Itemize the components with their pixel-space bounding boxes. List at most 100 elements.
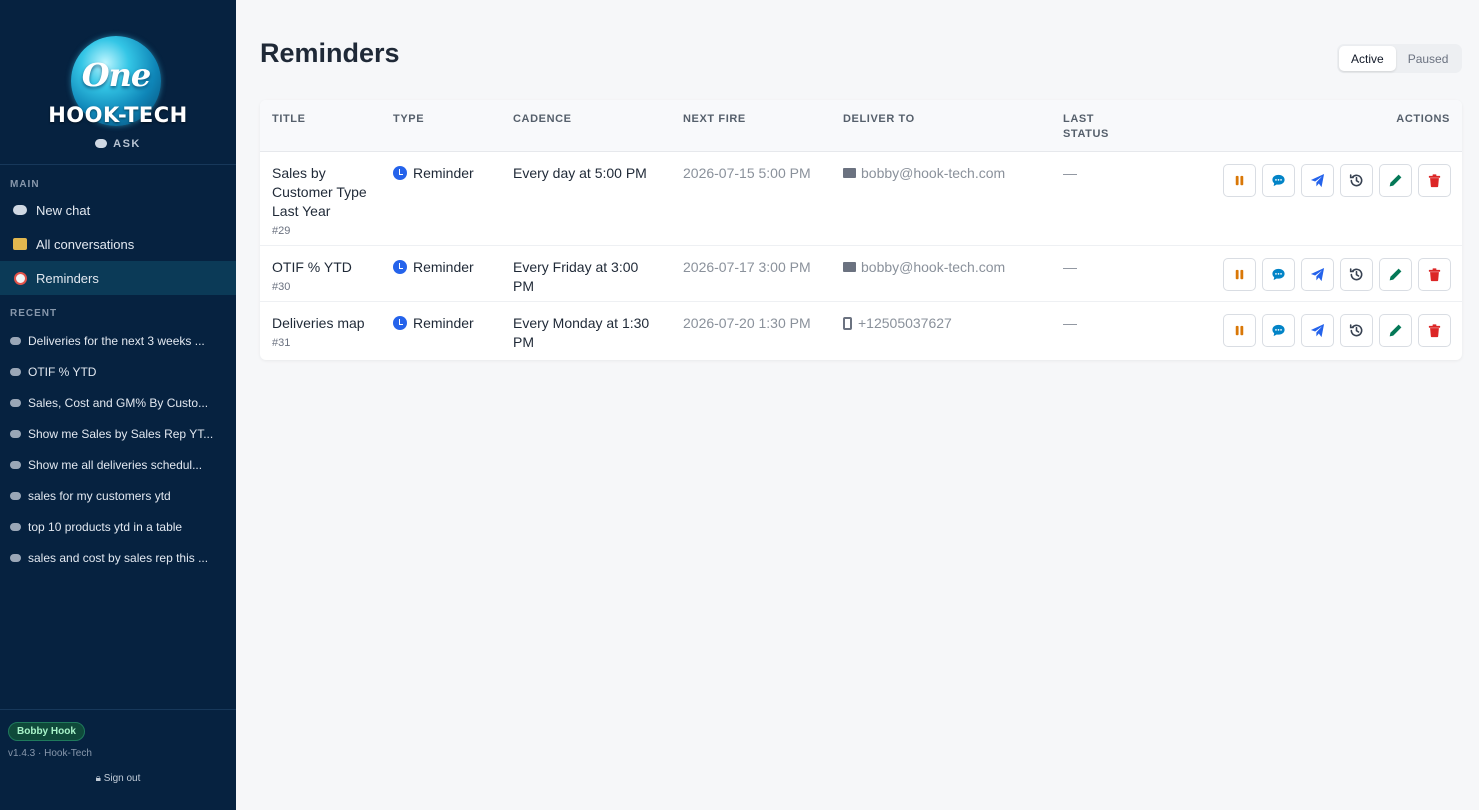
- type-cell: Reminder: [393, 164, 474, 183]
- send-now-button[interactable]: [1301, 314, 1334, 347]
- page-title: Reminders: [260, 38, 400, 68]
- reminder-title-cell[interactable]: Deliveries map #31: [272, 314, 382, 353]
- pencil-icon: [1389, 324, 1402, 337]
- sidebar: One HOOK-TECH ASK MAIN New chat All conv…: [0, 0, 236, 810]
- delete-button[interactable]: [1418, 164, 1451, 197]
- recent-item[interactable]: sales for my customers ytd: [0, 480, 236, 511]
- recent-item[interactable]: Show me Sales by Sales Rep YT...: [0, 418, 236, 449]
- lock-icon: 🔒︎: [95, 773, 104, 784]
- filter-active-tab[interactable]: Active: [1339, 46, 1396, 71]
- sidebar-footer: Bobby Hook v1.4.3 · Hook-Tech 🔒︎ Sign ou…: [0, 709, 236, 810]
- reminder-id: #31: [272, 337, 291, 349]
- edit-button[interactable]: [1379, 258, 1412, 291]
- recent-item[interactable]: Sales, Cost and GM% By Custo...: [0, 387, 236, 418]
- pause-icon: [1235, 269, 1244, 280]
- brand-logo[interactable]: One HOOK-TECH ASK: [0, 0, 236, 165]
- delete-button[interactable]: [1418, 258, 1451, 291]
- sidebar-item-label: All conversations: [36, 236, 135, 252]
- pause-button[interactable]: [1223, 314, 1256, 347]
- history-icon: [1349, 268, 1363, 281]
- pause-icon: [1235, 175, 1244, 186]
- chat-icon: [10, 429, 21, 438]
- recent-item-label: Show me Sales by Sales Rep YT...: [28, 426, 214, 441]
- ask-label: ASK: [113, 138, 141, 150]
- folder-icon: [12, 236, 28, 252]
- table-row: OTIF % YTD #30 Reminder Every Friday at …: [260, 246, 1462, 302]
- row-actions: [1223, 314, 1451, 347]
- edit-button[interactable]: [1379, 164, 1412, 197]
- last-status-cell: —: [1063, 165, 1077, 181]
- recent-item[interactable]: Deliveries for the next 3 weeks ...: [0, 325, 236, 356]
- type-cell: Reminder: [393, 258, 474, 277]
- section-label-main: MAIN: [10, 179, 40, 190]
- section-label-recent: RECENT: [10, 308, 58, 319]
- cadence-cell: Every Monday at 1:30 PM: [513, 315, 650, 350]
- filter-paused-tab[interactable]: Paused: [1396, 46, 1461, 71]
- send-now-button[interactable]: [1301, 164, 1334, 197]
- edit-button[interactable]: [1379, 314, 1412, 347]
- sidebar-item-label: New chat: [36, 202, 91, 218]
- recent-item-label: sales and cost by sales rep this ...: [28, 550, 209, 565]
- last-status-cell: —: [1063, 259, 1077, 275]
- deliver-to-cell: +12505037627: [843, 314, 952, 333]
- chat-icon: [10, 336, 21, 345]
- recent-item-label: Deliveries for the next 3 weeks ...: [28, 333, 205, 348]
- recent-item[interactable]: sales and cost by sales rep this ...: [0, 542, 236, 573]
- recent-item-label: Show me all deliveries schedul...: [28, 457, 203, 472]
- delete-button[interactable]: [1418, 314, 1451, 347]
- trash-icon: [1428, 174, 1441, 188]
- sign-out-link[interactable]: 🔒︎ Sign out: [0, 773, 236, 784]
- sidebar-item-all-conversations[interactable]: All conversations: [0, 227, 236, 261]
- pencil-icon: [1389, 174, 1402, 187]
- envelope-icon: [843, 262, 856, 272]
- reminder-title-cell[interactable]: OTIF % YTD #30: [272, 258, 382, 297]
- open-chat-button[interactable]: [1262, 164, 1295, 197]
- col-last-status: LAST STATUS: [1063, 113, 1109, 140]
- send-now-button[interactable]: [1301, 258, 1334, 291]
- reminder-title: OTIF % YTD: [272, 259, 352, 275]
- phone-icon: [843, 317, 852, 330]
- recent-item[interactable]: top 10 products ytd in a table: [0, 511, 236, 542]
- history-button[interactable]: [1340, 164, 1373, 197]
- sidebar-item-reminders[interactable]: Reminders: [0, 261, 236, 295]
- pause-button[interactable]: [1223, 164, 1256, 197]
- history-button[interactable]: [1340, 314, 1373, 347]
- recent-item[interactable]: OTIF % YTD: [0, 356, 236, 387]
- table-row: Deliveries map #31 Reminder Every Monday…: [260, 302, 1462, 360]
- ask-link[interactable]: ASK: [0, 138, 236, 150]
- sign-out-label: Sign out: [103, 773, 141, 784]
- row-actions: [1223, 258, 1451, 291]
- trash-icon: [1428, 324, 1441, 338]
- chat-icon: [10, 553, 21, 562]
- sidebar-item-new-chat[interactable]: New chat: [0, 193, 236, 227]
- paper-plane-icon: [1310, 173, 1325, 188]
- reminder-id: #30: [272, 281, 291, 293]
- sidebar-item-label: Reminders: [36, 270, 99, 286]
- recent-item-label: top 10 products ytd in a table: [28, 519, 183, 534]
- open-chat-button[interactable]: [1262, 258, 1295, 291]
- alarm-clock-icon: [12, 270, 28, 286]
- user-badge[interactable]: Bobby Hook: [8, 722, 85, 741]
- row-actions: [1223, 164, 1451, 197]
- recent-item[interactable]: Show me all deliveries schedul...: [0, 449, 236, 480]
- pause-button[interactable]: [1223, 258, 1256, 291]
- recent-item-label: sales for my customers ytd: [28, 488, 171, 503]
- brand-name: HOOK-TECH: [48, 103, 188, 127]
- version-text: v1.4.3 · Hook-Tech: [8, 748, 92, 759]
- chat-icon: [10, 522, 21, 531]
- recent-item-label: Sales, Cost and GM% By Custo...: [28, 395, 209, 410]
- history-button[interactable]: [1340, 258, 1373, 291]
- history-icon: [1349, 174, 1363, 187]
- table-row: Sales by Customer Type Last Year #29 Rem…: [260, 152, 1462, 246]
- table-header: TITLE TYPE CADENCE NEXT FIRE DELIVER TO …: [260, 100, 1462, 152]
- cadence-cell: Every Friday at 3:00 PM: [513, 259, 639, 294]
- col-deliver-to: DELIVER TO: [843, 113, 915, 125]
- chat-icon: [10, 398, 21, 407]
- cadence-cell: Every day at 5:00 PM: [513, 165, 647, 181]
- reminder-title-cell[interactable]: Sales by Customer Type Last Year #29: [272, 164, 382, 241]
- next-fire-cell: 2026-07-17 3:00 PM: [683, 259, 811, 275]
- open-chat-button[interactable]: [1262, 314, 1295, 347]
- history-icon: [1349, 324, 1363, 337]
- col-actions: ACTIONS: [1396, 113, 1450, 125]
- col-type: TYPE: [393, 113, 425, 125]
